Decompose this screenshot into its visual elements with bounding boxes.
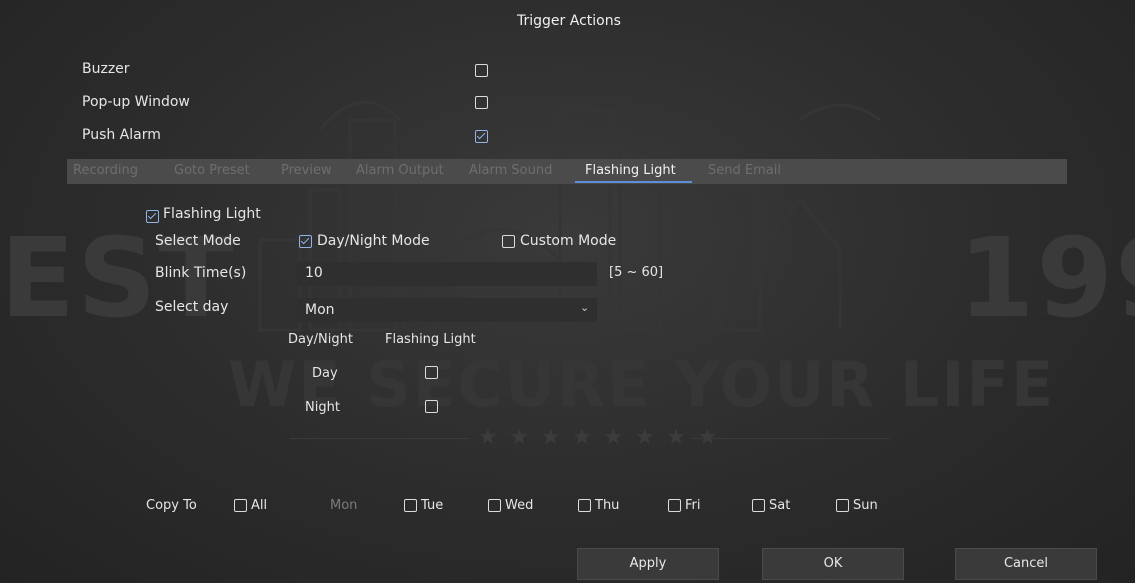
blink-time-value: 10 bbox=[305, 265, 323, 281]
blink-time-input[interactable]: 10 bbox=[297, 262, 597, 286]
copy-thu-label: Thu bbox=[595, 498, 620, 513]
row-day-label: Day bbox=[312, 366, 338, 381]
select-day-label: Select day bbox=[155, 299, 229, 315]
tab-alarm-output[interactable]: Alarm Output bbox=[356, 163, 444, 178]
row-night-checkbox[interactable] bbox=[425, 400, 438, 413]
copy-mon-label: Mon bbox=[330, 498, 358, 513]
watermark-stars: ★ ★ ★ ★ ★ ★ ★ ★ bbox=[478, 425, 720, 450]
row-night-label: Night bbox=[305, 400, 340, 415]
copy-tue-checkbox[interactable] bbox=[404, 499, 417, 512]
row-day-checkbox[interactable] bbox=[425, 366, 438, 379]
copy-all-label: All bbox=[251, 498, 268, 513]
tab-bar: Recording Goto Preset Preview Alarm Outp… bbox=[67, 159, 1067, 184]
copy-wed-checkbox[interactable] bbox=[488, 499, 501, 512]
tab-alarm-sound[interactable]: Alarm Sound bbox=[469, 163, 552, 178]
select-mode-label: Select Mode bbox=[155, 233, 241, 249]
ok-button[interactable]: OK bbox=[762, 548, 904, 580]
chevron-down-icon: ⌄ bbox=[580, 301, 590, 314]
buzzer-checkbox[interactable] bbox=[475, 64, 488, 77]
copy-sat-checkbox[interactable] bbox=[752, 499, 765, 512]
push-alarm-label: Push Alarm bbox=[82, 127, 161, 143]
table-header-day-night: Day/Night bbox=[288, 332, 353, 347]
copy-sat-label: Sat bbox=[769, 498, 791, 513]
custom-mode-checkbox[interactable] bbox=[502, 235, 515, 248]
push-alarm-checkbox[interactable] bbox=[475, 130, 488, 143]
buzzer-label: Buzzer bbox=[82, 61, 130, 77]
copy-wed-label: Wed bbox=[505, 498, 534, 513]
watermark-year: 1998 bbox=[958, 214, 1135, 342]
copy-to-label: Copy To bbox=[146, 498, 197, 513]
select-day-value: Mon bbox=[305, 302, 335, 318]
popup-window-checkbox[interactable] bbox=[475, 96, 488, 109]
trigger-actions-dialog: EST 1998 WE SECURE YOUR LIFE ★ ★ ★ ★ ★ ★… bbox=[0, 0, 1135, 583]
apply-button[interactable]: Apply bbox=[577, 548, 719, 580]
copy-thu-checkbox[interactable] bbox=[578, 499, 591, 512]
cancel-button[interactable]: Cancel bbox=[955, 548, 1097, 580]
custom-mode-label: Custom Mode bbox=[520, 233, 617, 249]
watermark-line-left bbox=[290, 438, 470, 439]
copy-tue-label: Tue bbox=[421, 498, 444, 513]
tab-preview[interactable]: Preview bbox=[281, 163, 332, 178]
copy-fri-label: Fri bbox=[685, 498, 701, 513]
tab-flashing-light[interactable]: Flashing Light bbox=[585, 163, 676, 178]
tab-recording[interactable]: Recording bbox=[73, 163, 138, 178]
blink-time-label: Blink Time(s) bbox=[155, 265, 247, 281]
flashing-light-enable-label: Flashing Light bbox=[163, 206, 261, 222]
copy-all-checkbox[interactable] bbox=[234, 499, 247, 512]
watermark-line-right bbox=[690, 438, 890, 439]
table-header-flashing-light: Flashing Light bbox=[385, 332, 476, 347]
copy-fri-checkbox[interactable] bbox=[668, 499, 681, 512]
select-day-dropdown[interactable]: Mon ⌄ bbox=[297, 298, 597, 322]
day-night-mode-label: Day/Night Mode bbox=[317, 233, 430, 249]
copy-sun-checkbox[interactable] bbox=[836, 499, 849, 512]
tab-goto-preset[interactable]: Goto Preset bbox=[174, 163, 250, 178]
popup-window-label: Pop-up Window bbox=[82, 94, 190, 110]
blink-time-range: [5 ~ 60] bbox=[609, 265, 664, 280]
copy-sun-label: Sun bbox=[853, 498, 878, 513]
dialog-title: Trigger Actions bbox=[517, 13, 621, 29]
day-night-mode-checkbox[interactable] bbox=[299, 235, 312, 248]
watermark-slogan: WE SECURE YOUR LIFE bbox=[228, 348, 1056, 421]
active-tab-indicator bbox=[575, 181, 692, 183]
flashing-light-enable-checkbox[interactable] bbox=[146, 210, 159, 223]
tab-send-email[interactable]: Send Email bbox=[708, 163, 781, 178]
